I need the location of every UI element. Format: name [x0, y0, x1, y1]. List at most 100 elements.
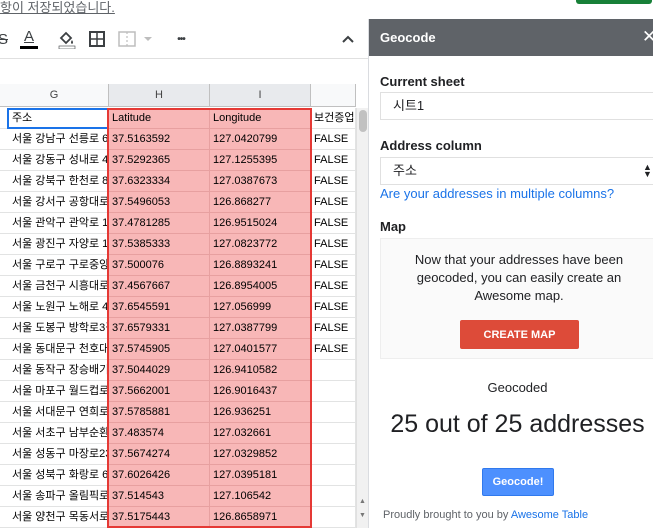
table-cell[interactable]: 126.8658971 [210, 507, 311, 528]
table-cell[interactable]: 127.1255395 [210, 150, 311, 171]
table-cell[interactable]: 37.6323334 [109, 171, 210, 192]
text-color-icon[interactable]: A [17, 27, 41, 51]
table-cell[interactable]: 서울 송파구 올림픽로 [0, 486, 109, 507]
table-cell[interactable] [311, 360, 356, 381]
column-header-g[interactable]: G [0, 84, 109, 107]
table-cell[interactable]: 127.106542 [210, 486, 311, 507]
address-column-select[interactable]: 주소 ▲ ▼ [380, 157, 653, 185]
table-cell[interactable]: 126.8954005 [210, 276, 311, 297]
table-cell[interactable]: 서울 마포구 월드컵로 [0, 381, 109, 402]
table-cell[interactable]: 37.483574 [109, 423, 210, 444]
table-cell[interactable]: 126.8893241 [210, 255, 311, 276]
current-sheet-field[interactable]: 시트1 [380, 92, 653, 120]
table-cell[interactable]: 서울 금천구 시흥대로 [0, 276, 109, 297]
header-cell[interactable]: 주소 [0, 108, 109, 129]
table-cell[interactable]: 37.5044029 [109, 360, 210, 381]
table-cell[interactable]: 37.5292365 [109, 150, 210, 171]
collapse-icon[interactable] [337, 27, 359, 51]
table-cell[interactable]: FALSE [311, 276, 356, 297]
table-cell[interactable]: 서울 성북구 화랑로 63 [0, 465, 109, 486]
table-cell[interactable]: FALSE [311, 297, 356, 318]
table-cell[interactable]: 37.4781285 [109, 213, 210, 234]
table-cell[interactable]: 서울 동대문구 천호대 [0, 339, 109, 360]
table-cell[interactable] [311, 465, 356, 486]
table-cell[interactable]: 37.5745905 [109, 339, 210, 360]
table-cell[interactable]: FALSE [311, 171, 356, 192]
scroll-down-arrow-icon[interactable]: ▼ [357, 510, 368, 521]
merge-cells-icon[interactable] [117, 27, 155, 51]
table-cell[interactable]: 서울 양천구 목동서로 [0, 507, 109, 528]
table-cell[interactable]: 서울 강남구 선릉로 66 [0, 129, 109, 150]
table-cell[interactable] [311, 381, 356, 402]
saved-status-link[interactable]: 항이 저장되었습니다. [0, 0, 115, 16]
table-cell[interactable]: 126.868277 [210, 192, 311, 213]
header-cell[interactable]: 보건증업 [311, 108, 356, 129]
table-cell[interactable]: 127.0823772 [210, 234, 311, 255]
awesome-table-link[interactable]: Awesome Table [511, 509, 588, 521]
column-header-i[interactable]: I [210, 84, 311, 107]
table-cell[interactable]: 서울 강서구 공항대로 [0, 192, 109, 213]
scrollbar-thumb[interactable] [359, 110, 367, 132]
table-cell[interactable]: 126.9515024 [210, 213, 311, 234]
vertical-scrollbar[interactable]: ▲ ▼ [356, 108, 368, 528]
table-cell[interactable] [311, 402, 356, 423]
table-cell[interactable]: 서울 성동구 마장로23 [0, 444, 109, 465]
table-cell[interactable]: 37.5674274 [109, 444, 210, 465]
header-cell[interactable]: Longitude [210, 108, 311, 129]
table-cell[interactable]: 127.0401577 [210, 339, 311, 360]
multiple-columns-link[interactable]: Are your addresses in multiple columns? [380, 186, 614, 201]
table-cell[interactable]: 서울 광진구 자양로 11 [0, 234, 109, 255]
table-cell[interactable] [311, 486, 356, 507]
table-cell[interactable]: 서울 관악구 관악로 14 [0, 213, 109, 234]
share-button[interactable] [576, 0, 652, 4]
table-cell[interactable]: 37.5496053 [109, 192, 210, 213]
column-header-h[interactable]: H [109, 84, 210, 107]
table-cell[interactable] [311, 423, 356, 444]
table-cell[interactable]: 37.4567667 [109, 276, 210, 297]
table-cell[interactable]: 126.9410582 [210, 360, 311, 381]
table-cell[interactable]: FALSE [311, 255, 356, 276]
borders-icon[interactable] [86, 27, 108, 51]
table-cell[interactable]: FALSE [311, 234, 356, 255]
more-icon[interactable]: ••• [170, 27, 192, 51]
table-cell[interactable]: 37.5785881 [109, 402, 210, 423]
table-cell[interactable] [311, 444, 356, 465]
table-cell[interactable]: FALSE [311, 213, 356, 234]
table-cell[interactable]: FALSE [311, 150, 356, 171]
table-cell[interactable]: 서울 강동구 성내로 45 [0, 150, 109, 171]
table-cell[interactable]: 37.6026426 [109, 465, 210, 486]
table-cell[interactable]: 서울 노원구 노해로 43 [0, 297, 109, 318]
scroll-up-arrow-icon[interactable]: ▲ [357, 496, 368, 507]
fill-color-icon[interactable] [55, 27, 79, 51]
table-cell[interactable] [311, 507, 356, 528]
strikethrough-icon[interactable]: S [0, 27, 10, 51]
table-cell[interactable]: 서울 강북구 한천로 89 [0, 171, 109, 192]
table-cell[interactable]: 서울 동작구 장승배기 [0, 360, 109, 381]
table-cell[interactable]: 37.514543 [109, 486, 210, 507]
table-cell[interactable]: 37.6579331 [109, 318, 210, 339]
table-cell[interactable]: 127.0387799 [210, 318, 311, 339]
table-cell[interactable]: FALSE [311, 129, 356, 150]
table-cell[interactable]: 37.5385333 [109, 234, 210, 255]
table-cell[interactable]: 126.9016437 [210, 381, 311, 402]
table-cell[interactable]: 서울 도봉구 방학로3길 [0, 318, 109, 339]
table-cell[interactable]: 127.056999 [210, 297, 311, 318]
table-cell[interactable]: 서울 서초구 남부순환 [0, 423, 109, 444]
header-cell[interactable]: Latitude [109, 108, 210, 129]
table-cell[interactable]: FALSE [311, 192, 356, 213]
table-cell[interactable]: 37.5163592 [109, 129, 210, 150]
geocode-button[interactable]: Geocode! [482, 468, 554, 496]
table-cell[interactable]: 서울 서대문구 연희로 [0, 402, 109, 423]
column-header-j[interactable] [311, 84, 356, 107]
table-cell[interactable]: 37.500076 [109, 255, 210, 276]
table-cell[interactable]: FALSE [311, 318, 356, 339]
table-cell[interactable]: 서울 구로구 구로중앙 [0, 255, 109, 276]
table-cell[interactable]: 37.6545591 [109, 297, 210, 318]
table-cell[interactable]: 127.032661 [210, 423, 311, 444]
table-cell[interactable]: FALSE [311, 339, 356, 360]
create-map-button[interactable]: CREATE MAP [460, 320, 579, 349]
table-cell[interactable]: 126.936251 [210, 402, 311, 423]
table-cell[interactable]: 127.0395181 [210, 465, 311, 486]
table-cell[interactable]: 37.5662001 [109, 381, 210, 402]
table-cell[interactable]: 127.0329852 [210, 444, 311, 465]
